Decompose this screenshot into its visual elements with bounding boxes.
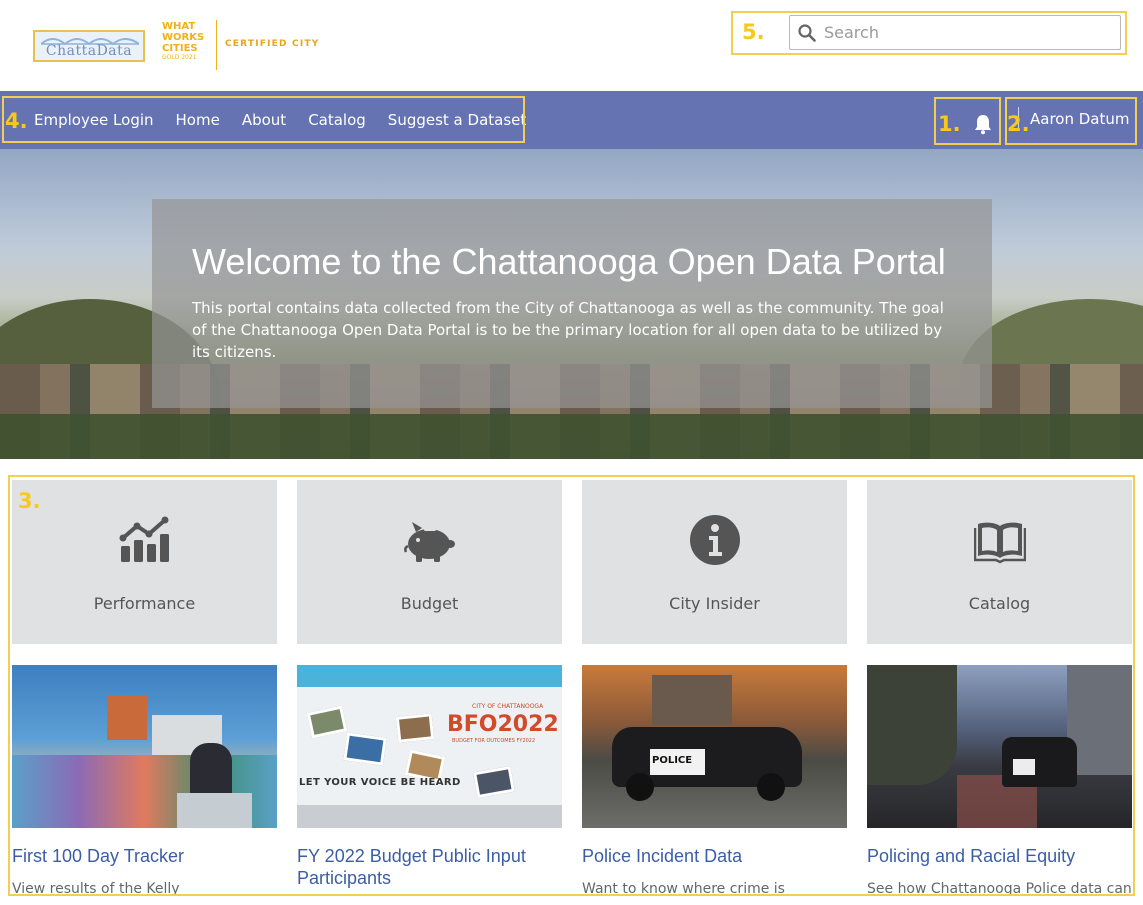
bfo-top-stripe [297, 665, 562, 687]
card-policing-racial-equity[interactable]: Policing and Racial Equity See how Chatt… [867, 665, 1132, 905]
card-title[interactable]: Policing and Racial Equity [867, 845, 1132, 867]
tile-label: Performance [93, 594, 196, 613]
tile-city-insider[interactable]: City Insider [582, 480, 847, 644]
site-header: ChattaData WHAT WORKS CITIES GOLD 2021 C… [0, 0, 1143, 91]
nav-home[interactable]: Home [176, 111, 220, 129]
card-image-police-car[interactable]: POLICE [582, 665, 847, 828]
police-suv-door [1013, 759, 1035, 775]
card-title[interactable]: FY 2022 Budget Public Input Participants [297, 845, 562, 889]
podium [177, 793, 252, 828]
card-first-100-day-tracker[interactable]: First 100 Day Tracker View results of th… [12, 665, 277, 905]
bfo-sub-text: BUDGET FOR OUTCOMES FY2022 [452, 738, 536, 744]
hero-banner: Welcome to the Chattanooga Open Data Por… [0, 149, 1143, 459]
annotation-2: 2. [1007, 112, 1030, 136]
photo-2 [343, 732, 387, 766]
card-police-incident-data[interactable]: POLICE Police Incident Data Want to know… [582, 665, 847, 905]
photo-1 [306, 705, 348, 739]
card-image-night-street[interactable] [867, 665, 1132, 828]
street-trees [867, 665, 957, 785]
card-description: See how Chattanooga Police data can [867, 881, 1132, 897]
card-title[interactable]: First 100 Day Tracker [12, 845, 277, 867]
nav-suggest-dataset[interactable]: Suggest a Dataset [388, 111, 526, 129]
tile-performance[interactable]: Performance [12, 480, 277, 644]
card-description: View results of the Kelly [12, 881, 180, 897]
open-book-icon [974, 522, 1026, 564]
wwc-line-3: CITIES [162, 43, 198, 54]
billboard [107, 695, 147, 740]
tile-label: City Insider [669, 594, 760, 613]
card-description: Want to know where crime is [582, 881, 785, 897]
wwc-line-1: WHAT [162, 21, 196, 32]
nav-links: Employee Login Home About Catalog Sugges… [34, 91, 548, 149]
tile-label: Budget [400, 594, 459, 613]
police-car-text: POLICE [652, 755, 693, 766]
user-menu[interactable]: Aaron Datum [1030, 110, 1130, 128]
certified-city-text: CERTIFIED CITY [225, 39, 320, 49]
tile-catalog[interactable]: Catalog [867, 480, 1132, 644]
card-image-bfo2022[interactable]: CITY OF CHATTANOOGA BFO2022 BUDGET FOR O… [297, 665, 562, 828]
bfo-bottom-shadow [297, 805, 562, 828]
performance-chart-icon [119, 516, 169, 562]
info-icon [690, 515, 740, 565]
photo-5 [473, 765, 515, 799]
bfo-banner-text: LET YOUR VOICE BE HEARD [299, 777, 461, 788]
wwc-sub: GOLD 2021 [162, 54, 197, 61]
card-title[interactable]: Police Incident Data [582, 845, 847, 867]
search-box[interactable] [789, 15, 1121, 50]
photo-3 [395, 713, 435, 743]
bfo-small-text: CITY OF CHATTANOOGA [472, 703, 544, 710]
wheel-front [626, 773, 654, 801]
nav-catalog[interactable]: Catalog [308, 111, 366, 129]
logo-divider [216, 20, 217, 70]
search-icon[interactable] [790, 16, 824, 49]
bfo-title-text: BFO2022 [447, 712, 559, 737]
chattadata-logo[interactable]: ChattaData [33, 30, 145, 62]
nav-employee-login[interactable]: Employee Login [34, 111, 154, 129]
annotation-3: 3. [18, 489, 41, 513]
hero-trees [0, 414, 1143, 459]
annotation-4: 4. [5, 109, 28, 133]
search-input[interactable] [824, 17, 1104, 48]
logo-text: ChattaData [45, 43, 133, 59]
wwc-line-2: WORKS [162, 32, 205, 43]
annotation-5: 5. [742, 20, 765, 44]
card-fy2022-budget[interactable]: CITY OF CHATTANOOGA BFO2022 BUDGET FOR O… [297, 665, 562, 905]
hero-description: This portal contains data collected from… [192, 299, 944, 361]
bell-icon[interactable] [972, 113, 994, 135]
what-works-cities-logo: WHAT WORKS CITIES GOLD 2021 [162, 21, 214, 71]
card-image-mayor-speech[interactable] [12, 665, 277, 828]
piggy-bank-icon [404, 522, 455, 562]
annotation-1: 1. [938, 112, 961, 136]
hero-title: Welcome to the Chattanooga Open Data Por… [192, 241, 946, 282]
tile-label: Catalog [968, 594, 1031, 613]
nav-about[interactable]: About [242, 111, 286, 129]
tile-budget[interactable]: Budget [297, 480, 562, 644]
wheel-rear [757, 773, 785, 801]
hero-welcome-card: Welcome to the Chattanooga Open Data Por… [152, 199, 992, 408]
house [652, 675, 732, 725]
